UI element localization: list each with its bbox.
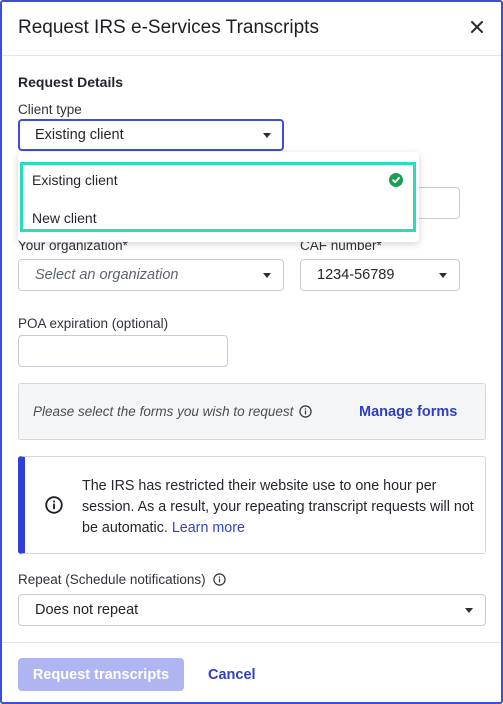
- modal-title: Request IRS e-Services Transcripts: [18, 17, 319, 38]
- forms-selection-box: Please select the forms you wish to requ…: [18, 383, 486, 440]
- request-transcripts-button[interactable]: Request transcripts: [18, 658, 184, 691]
- repeat-label-text: Repeat (Schedule notifications): [18, 572, 206, 587]
- caf-value: 1234-56789: [317, 267, 395, 283]
- caret-down-icon: [263, 273, 271, 278]
- repeat-label: Repeat (Schedule notifications): [18, 572, 226, 587]
- organization-select[interactable]: Select an organization: [18, 259, 284, 291]
- repeat-select[interactable]: Does not repeat: [18, 594, 486, 626]
- client-type-label: Client type: [18, 102, 82, 117]
- caret-down-icon: [263, 133, 271, 138]
- caf-select[interactable]: 1234-56789: [300, 259, 460, 291]
- repeat-value: Does not repeat: [35, 602, 139, 618]
- learn-more-link[interactable]: Learn more: [172, 520, 245, 536]
- notice-message: The IRS has restricted their website use…: [82, 478, 474, 536]
- notice-banner: The IRS has restricted their website use…: [18, 456, 486, 554]
- caret-down-icon: [439, 273, 447, 278]
- check-circle-icon: [389, 173, 403, 187]
- caret-down-icon: [465, 608, 473, 613]
- notice-text: The IRS has restricted their website use…: [82, 476, 477, 539]
- forms-prompt: Please select the forms you wish to requ…: [33, 404, 313, 419]
- close-icon[interactable]: [466, 16, 488, 38]
- section-title: Request Details: [18, 74, 124, 90]
- info-icon[interactable]: [212, 573, 226, 586]
- cancel-button[interactable]: Cancel: [208, 667, 256, 683]
- manage-forms-link[interactable]: Manage forms: [359, 404, 457, 420]
- request-transcripts-modal: Request IRS e-Services Transcripts Reque…: [0, 0, 503, 704]
- client-type-value: Existing client: [35, 127, 124, 143]
- option-new-client[interactable]: New client: [32, 210, 97, 226]
- organization-placeholder: Select an organization: [35, 267, 179, 283]
- info-icon: [45, 496, 63, 514]
- client-type-select[interactable]: Existing client: [18, 119, 284, 151]
- modal-header: Request IRS e-Services Transcripts: [2, 2, 501, 56]
- option-existing-client[interactable]: Existing client: [32, 172, 118, 188]
- info-icon[interactable]: [299, 405, 313, 418]
- forms-prompt-text: Please select the forms you wish to requ…: [33, 404, 294, 419]
- poa-expiration-input[interactable]: [18, 335, 228, 367]
- poa-label: POA expiration (optional): [18, 316, 169, 331]
